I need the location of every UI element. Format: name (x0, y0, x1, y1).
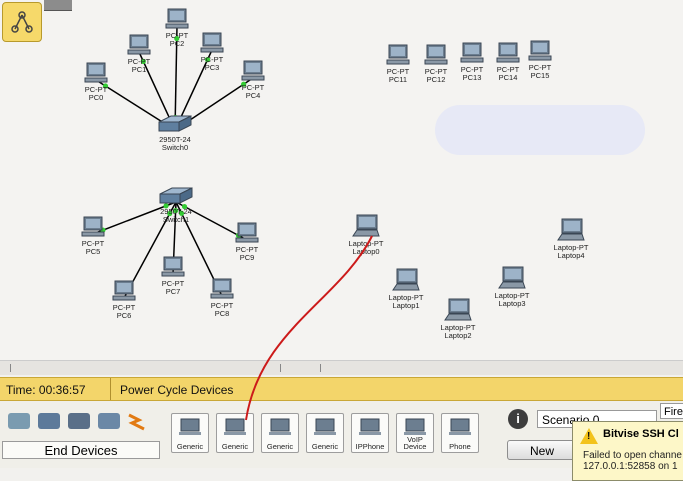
laptop-name-label: Laptop3 (498, 299, 526, 308)
device-tile-label: VoIP Device (403, 435, 427, 451)
pc-name-label: PC5 (85, 247, 101, 256)
scrollbar-grip (320, 364, 321, 372)
network-links (92, 25, 254, 299)
laptop-laptop0[interactable]: Laptop-PT Laptop0 (346, 214, 386, 256)
device-tile-label: Generic (176, 442, 204, 451)
pc-pc4[interactable]: PC-PT PC4 (233, 60, 273, 100)
pc-pc12[interactable]: PC-PT PC12 (416, 44, 456, 84)
laptop-name-label: Laptop2 (444, 331, 472, 340)
pc-name-label: PC9 (239, 253, 255, 262)
device-tile-generic[interactable]: Generic (261, 413, 299, 453)
laptop-laptop4[interactable]: Laptop-PT Laptop4 (551, 218, 591, 260)
pc-pc11[interactable]: PC-PT PC11 (378, 44, 418, 84)
device-tile-voip-device[interactable]: VoIP Device (396, 413, 434, 453)
logical-workspace[interactable]: 2950T-24 Switch0 2950T-24 Switch1 PC-PT PC0 PC… (0, 0, 683, 360)
scrollbar-grip (280, 364, 281, 372)
device-tile-label: Generic (311, 442, 339, 451)
pc-pc2[interactable]: PC-PT PC2 (157, 8, 197, 48)
pc-name-label: PC1 (131, 65, 147, 74)
pc-pc7[interactable]: PC-PT PC7 (153, 256, 193, 296)
pc-name-label: PC3 (204, 63, 220, 72)
switch-category-icon[interactable] (38, 413, 60, 429)
device-tile-phone[interactable]: Phone (441, 413, 479, 453)
switch-switch0[interactable]: 2950T-24 Switch0 (155, 114, 195, 152)
status-divider (110, 378, 111, 400)
scrollbar-grip (10, 364, 11, 372)
pc-name-label: PC15 (530, 71, 550, 80)
pc-pc3[interactable]: PC-PT PC3 (192, 32, 232, 72)
power-cycle-devices-button[interactable]: Power Cycle Devices (120, 383, 233, 397)
device-tile-generic[interactable]: Generic (216, 413, 254, 453)
bitvise-notification[interactable]: ! Bitvise SSH Cl Failed to open channe 1… (572, 421, 683, 481)
switch-name-label: Switch0 (161, 143, 189, 152)
simulation-time: Time: 00:36:57 (6, 383, 86, 397)
laptop-laptop3[interactable]: Laptop-PT Laptop3 (492, 266, 532, 308)
new-scenario-button[interactable]: New (507, 440, 577, 460)
pc-name-label: PC2 (169, 39, 185, 48)
laptop-laptop2[interactable]: Laptop-PT Laptop2 (438, 298, 478, 340)
category-label: End Devices (2, 441, 160, 459)
pc-name-label: PC13 (462, 73, 482, 82)
horizontal-scrollbar[interactable] (0, 360, 683, 375)
pc-pc0[interactable]: PC-PT PC0 (76, 62, 116, 102)
device-tile-label: Phone (449, 442, 471, 451)
notification-title: Bitvise SSH Cl (603, 428, 679, 440)
pc-pc6[interactable]: PC-PT PC6 (104, 280, 144, 320)
realtime-status-bar: Time: 00:36:57 Power Cycle Devices (0, 377, 683, 401)
notification-body: Failed to open channe 127.0.0.1:52858 on… (583, 450, 682, 472)
pc-pc1[interactable]: PC-PT PC1 (119, 34, 159, 74)
device-tile-label: IPPhone (355, 442, 385, 451)
pc-name-label: PC7 (165, 287, 181, 296)
device-tile-generic[interactable]: Generic (171, 413, 209, 453)
pc-pc13[interactable]: PC-PT PC13 (452, 42, 492, 82)
router-category-icon[interactable] (8, 413, 30, 429)
pc-name-label: PC0 (88, 93, 104, 102)
laptop-name-label: Laptop0 (352, 247, 380, 256)
device-tile-label: Generic (266, 442, 294, 451)
fire-column-header: Fire (660, 403, 683, 419)
pc-pc8[interactable]: PC-PT PC8 (202, 278, 242, 318)
device-tile-generic[interactable]: Generic (306, 413, 344, 453)
laptop-name-label: Laptop1 (392, 301, 420, 310)
wireless-category-icon[interactable] (98, 413, 120, 429)
pc-pc5[interactable]: PC-PT PC5 (73, 216, 113, 256)
device-tile-label: Generic (221, 442, 249, 451)
switch-switch1[interactable]: 2950T-24 Switch1 (156, 186, 196, 224)
pc-pc9[interactable]: PC-PT PC9 (227, 222, 267, 262)
connections-category-icon[interactable] (126, 413, 148, 431)
switch-name-label: Switch1 (162, 215, 190, 224)
laptop-laptop1[interactable]: Laptop-PT Laptop1 (386, 268, 426, 310)
pc-name-label: PC11 (388, 75, 408, 84)
pc-pc15[interactable]: PC-PT PC15 (520, 40, 560, 80)
laptop-name-label: Laptop4 (557, 251, 585, 260)
hub-category-icon[interactable] (68, 413, 90, 429)
pc-name-label: PC6 (116, 311, 132, 320)
device-tile-ipphone[interactable]: IPPhone (351, 413, 389, 453)
info-icon[interactable]: i (508, 409, 528, 429)
pc-name-label: PC4 (245, 91, 261, 100)
pc-name-label: PC12 (426, 75, 446, 84)
pc-name-label: PC8 (214, 309, 230, 318)
